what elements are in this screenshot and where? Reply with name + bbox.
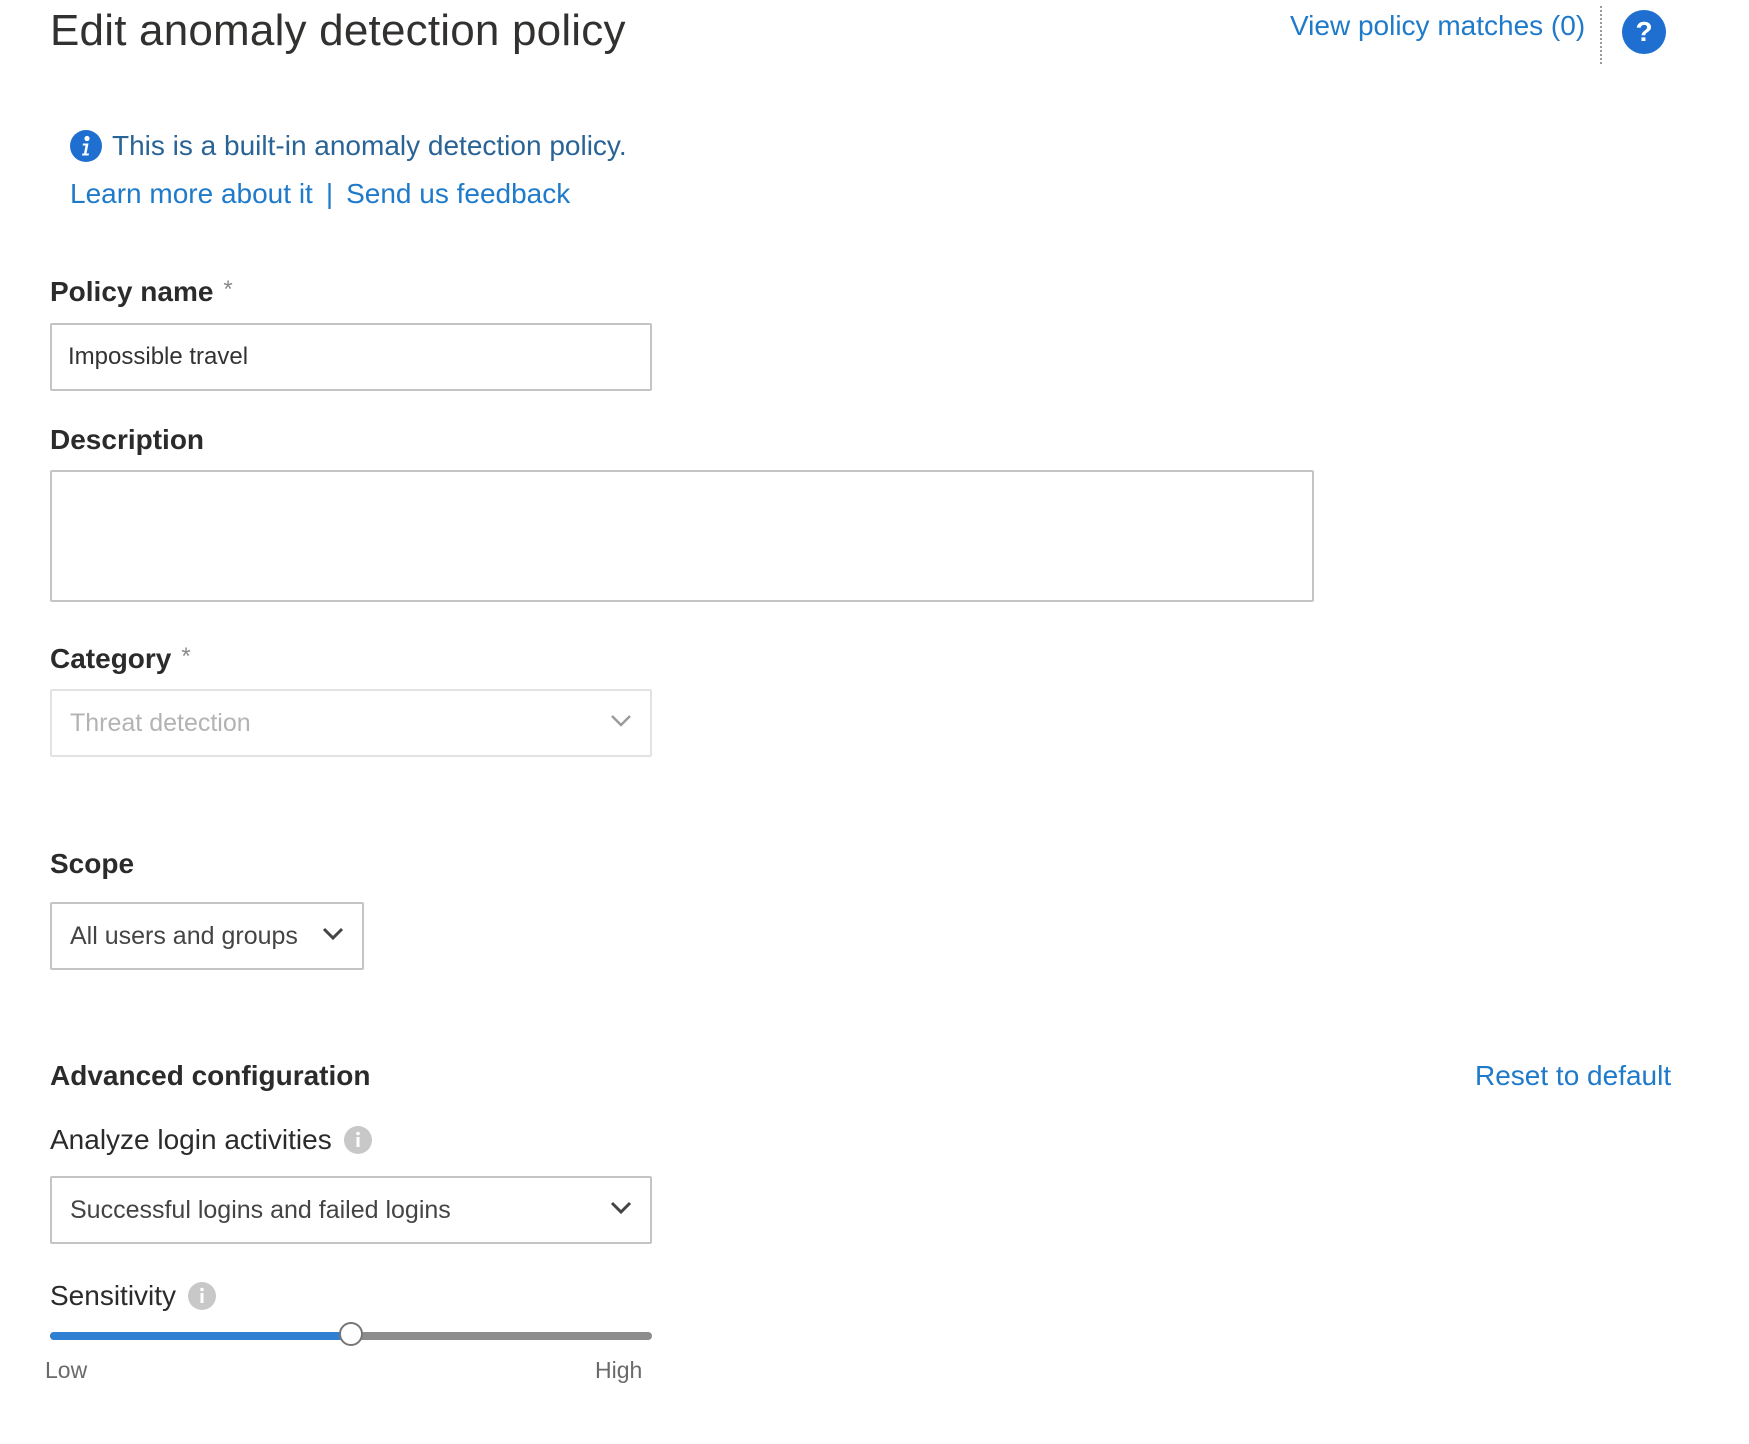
analyze-login-selected-value: Successful logins and failed logins (70, 1195, 451, 1224)
send-feedback-link[interactable]: Send us feedback (346, 178, 570, 210)
policy-name-label: Policy name * (50, 276, 233, 308)
description-textarea[interactable] (50, 470, 1314, 602)
description-label: Description (50, 424, 205, 455)
sensitivity-slider-thumb[interactable] (339, 1322, 363, 1346)
required-mark: * (223, 276, 233, 303)
category-label: Category * (50, 643, 191, 675)
info-icon[interactable] (343, 1126, 372, 1154)
sensitivity-high-label: High (595, 1357, 643, 1383)
advanced-configuration-heading: Advanced configuration (50, 1060, 371, 1091)
policy-name-label-text: Policy name (50, 276, 214, 307)
info-icon[interactable] (188, 1282, 217, 1310)
header-divider (1600, 6, 1602, 64)
info-circle-icon (70, 130, 102, 162)
sensitivity-label: Sensitivity (50, 1280, 217, 1312)
required-mark: * (181, 643, 191, 670)
info-banner: This is a built-in anomaly detection pol… (70, 130, 627, 162)
analyze-login-label-text: Analyze login activities (50, 1124, 332, 1155)
analyze-login-label: Analyze login activities (50, 1124, 372, 1156)
chevron-down-icon (610, 1201, 632, 1220)
category-selected-value: Threat detection (70, 708, 251, 737)
policy-name-input[interactable] (50, 323, 652, 391)
chevron-down-icon (610, 714, 632, 733)
sensitivity-slider-fill (50, 1332, 351, 1340)
svg-text:?: ? (1635, 16, 1652, 47)
scope-selected-value: All users and groups (70, 921, 298, 950)
learn-more-link[interactable]: Learn more about it (70, 178, 313, 210)
sensitivity-label-text: Sensitivity (50, 1280, 177, 1311)
scope-select[interactable]: All users and groups (50, 902, 364, 970)
scope-label: Scope (50, 848, 135, 879)
question-circle-icon[interactable]: ? (1622, 10, 1666, 54)
analyze-login-select[interactable]: Successful logins and failed logins (50, 1176, 652, 1244)
info-links: Learn more about it | Send us feedback (70, 178, 570, 210)
reset-to-default-link[interactable]: Reset to default (1475, 1060, 1671, 1092)
link-separator: | (325, 178, 334, 209)
view-policy-matches-link[interactable]: View policy matches (0) (1290, 10, 1585, 42)
sensitivity-slider-track[interactable] (50, 1322, 652, 1346)
sensitivity-low-label: Low (45, 1357, 88, 1383)
category-label-text: Category (50, 643, 172, 674)
category-select: Threat detection (50, 689, 652, 757)
page-title: Edit anomaly detection policy (50, 6, 626, 55)
chevron-down-icon (322, 927, 344, 946)
info-banner-text: This is a built-in anomaly detection pol… (112, 130, 627, 161)
